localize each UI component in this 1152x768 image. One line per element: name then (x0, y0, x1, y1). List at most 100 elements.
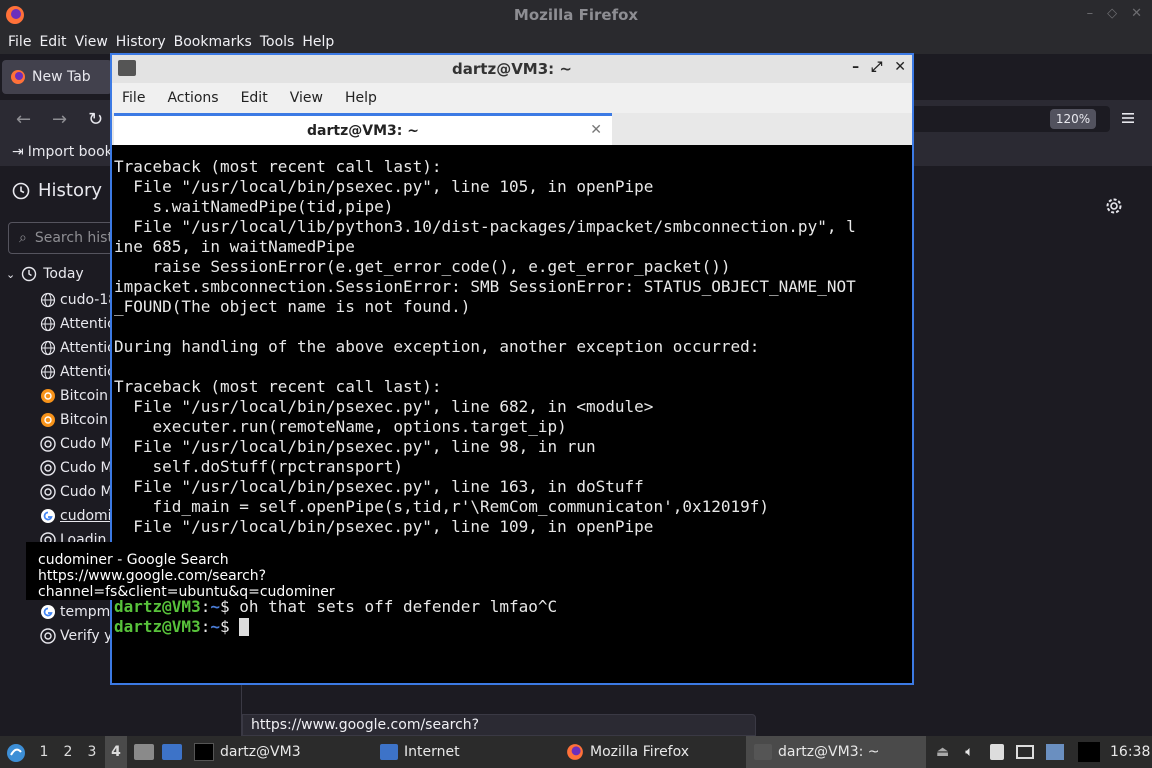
hamburger-menu-icon[interactable] (1120, 110, 1136, 126)
file-manager-launcher[interactable] (134, 736, 154, 768)
term-menu-edit[interactable]: Edit (241, 90, 278, 106)
text-cursor (239, 618, 250, 636)
task-terminal-2[interactable]: dartz@VM3: ~ (746, 736, 926, 768)
workspace-4[interactable]: 4 (105, 736, 127, 768)
task-label: dartz@VM3: ~ (778, 744, 880, 760)
terminal-tabbar: dartz@VM3: ~ ✕ (112, 113, 912, 145)
close-tab-icon[interactable]: ✕ (590, 122, 602, 138)
terminal-titlebar: dartz@VM3: ~ – ⤢ ✕ (112, 55, 912, 83)
terminal-line: _FOUND(The object name is not found.) (114, 297, 471, 316)
history-item-label: Cudo M (60, 460, 113, 476)
terminal-line: File "/usr/local/bin/psexec.py", line 16… (114, 477, 644, 496)
maximize-icon[interactable]: ⤢ (871, 59, 882, 75)
term-menu-view[interactable]: View (290, 90, 333, 106)
clipboard-icon[interactable] (989, 744, 1004, 760)
prompt-path: ~ (210, 617, 220, 636)
menu-edit[interactable]: Edit (35, 34, 70, 50)
window-icon (380, 744, 398, 760)
history-item-label: Attentic (60, 340, 115, 356)
maximize-icon[interactable]: ◇ (1107, 6, 1117, 21)
minimize-icon[interactable]: – (852, 59, 859, 75)
task-internet[interactable]: Internet (380, 736, 460, 768)
task-terminal-1[interactable]: dartz@VM3 (194, 736, 301, 768)
menu-bookmarks[interactable]: Bookmarks (170, 34, 256, 50)
back-icon[interactable]: ← (16, 109, 31, 130)
sidebar-header[interactable]: History (12, 180, 102, 201)
firefox-tab-icon (11, 70, 25, 84)
history-item[interactable]: tempma (40, 601, 119, 623)
workspace-3[interactable]: 3 (81, 736, 103, 768)
bitcoin-icon (41, 413, 55, 427)
terminal-line: ine 685, in waitNamedPipe (114, 237, 355, 256)
terminal-line: impacket.smbconnection.SessionError: SMB… (114, 277, 856, 296)
network-icon[interactable] (1015, 745, 1034, 759)
status-url-panel: https://www.google.com/search?channel=fs… (242, 714, 756, 753)
term-menu-actions[interactable]: Actions (167, 90, 228, 106)
start-menu-icon[interactable] (6, 743, 26, 763)
task-label: Internet (404, 744, 460, 760)
chevron-down-icon: ⌄ (6, 267, 16, 281)
history-item-label: cudomi (60, 508, 112, 524)
menu-history[interactable]: History (112, 34, 170, 50)
workspace-preview-icon[interactable] (1077, 742, 1100, 762)
menu-help[interactable]: Help (298, 34, 338, 50)
firefox-window-controls: – ◇ ✕ (1087, 6, 1142, 21)
history-item-label: Attentic (60, 364, 115, 380)
volume-icon[interactable]: 🔈︎ (965, 744, 973, 760)
cudo-icon (40, 628, 56, 644)
menu-file[interactable]: File (4, 34, 35, 50)
history-item[interactable]: Cudo M (40, 433, 113, 455)
history-item[interactable]: cudo-18 (40, 289, 117, 311)
display-icon[interactable] (1045, 744, 1064, 760)
history-item[interactable]: Cudo M (40, 481, 113, 503)
history-item[interactable]: Bitcoin (40, 385, 108, 407)
menu-view[interactable]: View (71, 34, 112, 50)
term-menu-file[interactable]: File (122, 90, 155, 106)
terminal-body[interactable]: Traceback (most recent call last): File … (114, 147, 910, 683)
terminal-prompt-line: dartz@VM3:~$ (114, 617, 910, 637)
close-icon[interactable]: ✕ (1131, 6, 1142, 21)
tab-new-tab[interactable]: New Tab (2, 60, 112, 94)
menu-tools[interactable]: Tools (256, 34, 299, 50)
clock-icon (22, 266, 37, 282)
tray-arrow-icon[interactable]: ⏏ (936, 744, 949, 760)
history-group-today[interactable]: ⌄ Today (6, 266, 84, 282)
firefox-menubar: File Edit View History Bookmarks Tools H… (0, 30, 1152, 54)
history-item[interactable]: cudomi (40, 505, 112, 527)
folder-icon (134, 744, 154, 760)
window-icon (162, 744, 182, 760)
import-bookmarks-label: Import book (27, 144, 113, 160)
task-label: Mozilla Firefox (590, 744, 690, 760)
firefox-window-title: Mozilla Firefox (513, 6, 639, 24)
history-item[interactable]: Attentic (40, 313, 115, 335)
taskbar: 1 2 3 4 dartz@VM3 Internet Mozilla Firef… (0, 736, 1152, 768)
workspace-2[interactable]: 2 (57, 736, 79, 768)
workspace-1[interactable]: 1 (33, 736, 55, 768)
terminal-tab-label: dartz@VM3: ~ (307, 122, 419, 139)
term-menu-help[interactable]: Help (345, 90, 387, 106)
firefox-titlebar: Mozilla Firefox – ◇ ✕ (0, 0, 1152, 30)
firefox-logo-icon (6, 6, 24, 24)
gear-icon[interactable] (1104, 196, 1124, 216)
history-item[interactable]: Cudo M (40, 457, 113, 479)
history-item[interactable]: Attentic (40, 361, 115, 383)
terminal-line: Traceback (most recent call last): (114, 377, 442, 396)
zoom-indicator[interactable]: 120% (1050, 109, 1096, 129)
forward-icon[interactable]: → (52, 109, 67, 130)
terminal-line: File "/usr/local/bin/psexec.py", line 98… (114, 437, 596, 456)
desktop-launcher[interactable] (162, 736, 182, 768)
terminal-tab[interactable]: dartz@VM3: ~ ✕ (114, 113, 612, 145)
terminal-line: executer.run(remoteName, options.target_… (114, 417, 567, 436)
history-item-label: Attentic (60, 316, 115, 332)
task-firefox[interactable]: Mozilla Firefox (566, 736, 689, 768)
history-item-label: cudo-18 (60, 292, 118, 308)
reload-icon[interactable]: ↻ (88, 109, 103, 130)
history-item[interactable]: Attentic (40, 337, 115, 359)
clock-icon (12, 182, 30, 199)
terminal-window-controls: – ⤢ ✕ (852, 59, 906, 75)
import-bookmarks-button[interactable]: ⇥ Import book (12, 144, 113, 160)
history-item[interactable]: Bitcoin (40, 409, 108, 431)
close-icon[interactable]: ✕ (894, 59, 906, 75)
minimize-icon[interactable]: – (1087, 6, 1094, 21)
